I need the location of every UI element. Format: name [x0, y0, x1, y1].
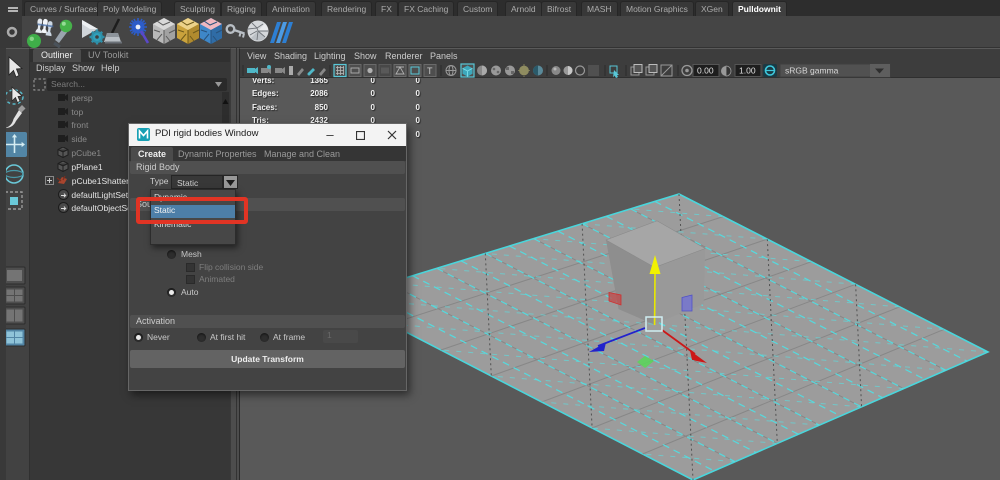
- svg-text:0.00: 0.00: [697, 66, 714, 76]
- svg-text:1.00: 1.00: [739, 66, 756, 76]
- svg-text:sRGB gamma: sRGB gamma: [785, 66, 839, 76]
- svg-text:T: T: [427, 66, 433, 76]
